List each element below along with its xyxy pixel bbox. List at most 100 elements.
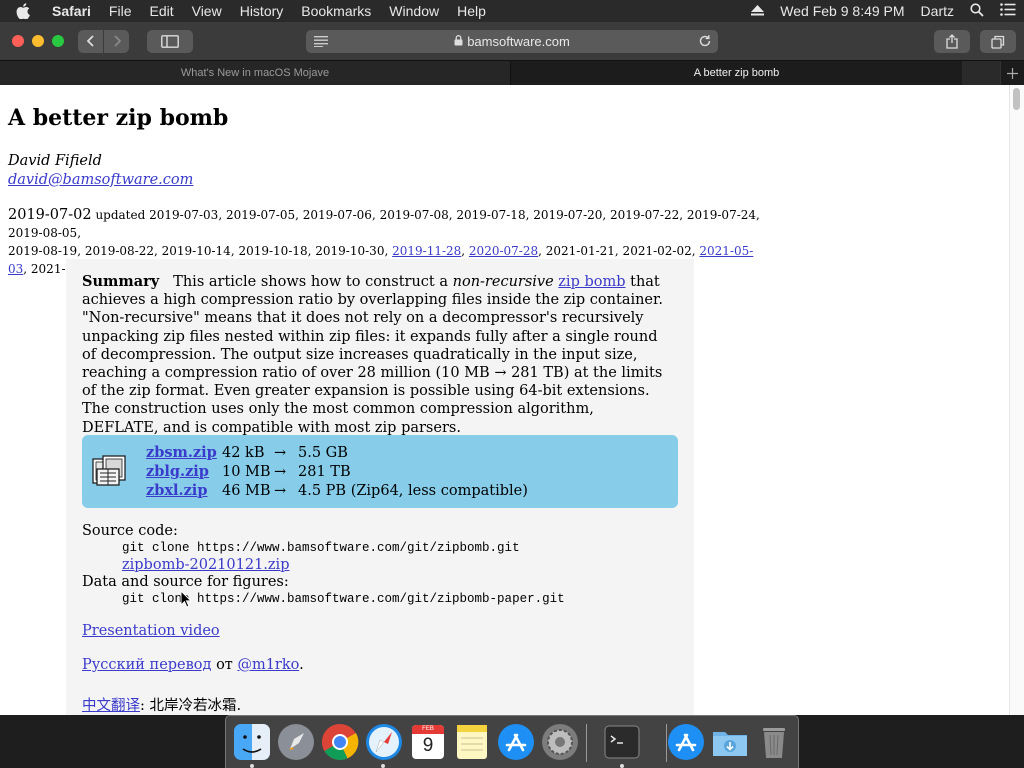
publish-date: 2019-07-02 (8, 207, 92, 223)
running-indicator (381, 764, 385, 768)
dock: FEB 9 (225, 715, 799, 768)
dock-separator (586, 724, 587, 762)
reader-view-icon[interactable] (314, 35, 328, 50)
trash-icon[interactable] (754, 722, 794, 762)
apple-menu-icon[interactable] (0, 3, 46, 19)
forward-button[interactable] (104, 29, 129, 53)
launchpad-icon[interactable] (276, 722, 316, 762)
notes-icon[interactable] (452, 722, 492, 762)
mouse-pointer-icon (180, 589, 193, 612)
menu-view[interactable]: View (183, 3, 231, 19)
chinese-translator: : 北岸冷若冰霜. (140, 698, 242, 714)
updated-date-link[interactable]: 2019-11-28 (392, 244, 461, 258)
zip-output-size: 281 TB (298, 463, 351, 480)
safari-toolbar: bamsoftware.com (0, 22, 1024, 61)
arrow-icon: → (274, 463, 287, 480)
new-tab-button[interactable] (1000, 61, 1024, 85)
zip-row: zbsm.zip 42 kB → 5.5 GB (146, 443, 528, 462)
vertical-scrollbar[interactable] (1009, 85, 1024, 715)
zip-output-size: 5.5 GB (298, 444, 348, 461)
menu-bookmarks[interactable]: Bookmarks (292, 3, 380, 19)
minimize-window-button[interactable] (32, 35, 44, 47)
summary-text: that achieves a high compression ratio b… (82, 274, 663, 436)
zblg-zip-link[interactable]: zblg.zip (146, 463, 222, 480)
user-menu[interactable]: Dartz (921, 3, 954, 19)
zip-archive-icon (91, 453, 127, 493)
menu-window[interactable]: Window (380, 3, 448, 19)
show-all-tabs-button[interactable] (980, 30, 1016, 53)
separator: , (461, 244, 469, 258)
calendar-month: FEB (422, 726, 434, 732)
back-button[interactable] (78, 29, 103, 53)
figures-git-command[interactable]: git clone https://www.bamsoftware.com/gi… (82, 591, 565, 608)
zbxl-zip-link[interactable]: zbxl.zip (146, 482, 222, 499)
scrollbar-thumb[interactable] (1013, 88, 1020, 110)
reload-icon[interactable] (698, 34, 712, 51)
zip-input-size: 46 MB (222, 482, 271, 499)
chinese-translation-line: 中文翻译: 北岸冷若冰霜. (82, 694, 241, 715)
chinese-translation-link[interactable]: 中文翻译 (82, 698, 140, 714)
arrow-icon: → (274, 482, 287, 499)
author-email-link[interactable]: david@bamsoftware.com (8, 172, 193, 188)
arrow-icon: → (274, 444, 287, 461)
summary-label: Summary (82, 273, 160, 290)
zoom-window-button[interactable] (52, 35, 64, 47)
tab-whats-new-mojave[interactable]: What's New in macOS Mojave (0, 61, 511, 85)
russian-translation-link[interactable]: Русский перевод (82, 657, 211, 673)
tab-bar-spacer (962, 61, 1000, 85)
sidebar-toggle-button[interactable] (147, 29, 193, 53)
source-code-section: Source code: git clone https://www.bamso… (82, 523, 565, 608)
eject-icon[interactable] (751, 3, 765, 19)
menu-edit[interactable]: Edit (140, 3, 182, 19)
lock-icon (454, 34, 463, 49)
finder-icon[interactable] (232, 722, 272, 762)
updated-label: updated (95, 208, 146, 222)
menu-app-safari[interactable]: Safari (46, 3, 100, 19)
menu-file[interactable]: File (100, 3, 141, 19)
chrome-icon[interactable] (320, 722, 360, 762)
tab-title: A better zip bomb (693, 67, 780, 79)
menu-history[interactable]: History (231, 3, 293, 19)
chevron-right-icon (113, 35, 121, 47)
zip-input-size: 10 MB (222, 463, 271, 480)
tab-zip-bomb-active[interactable]: A better zip bomb (511, 61, 962, 85)
running-indicator (250, 764, 254, 768)
menu-bar: Safari File Edit View History Bookmarks … (0, 0, 1024, 22)
menu-help[interactable]: Help (448, 3, 495, 19)
clock[interactable]: Wed Feb 9 8:49 PM (780, 3, 904, 19)
presentation-video-link[interactable]: Presentation video (82, 623, 220, 639)
notification-center-icon[interactable] (1000, 3, 1016, 19)
russian-translation-line: Русский перевод от @m1rko. (82, 657, 304, 673)
tab-bar: What's New in macOS Mojave A better zip … (0, 61, 1024, 85)
zbsm-zip-link[interactable]: zbsm.zip (146, 444, 222, 461)
safari-icon[interactable] (364, 722, 404, 762)
summary-paragraph: Summary This article shows how to constru… (82, 273, 672, 437)
downloads-folder-icon[interactable] (710, 722, 750, 762)
app-store-icon[interactable] (496, 722, 536, 762)
share-button[interactable] (934, 30, 970, 53)
zip-row: zbxl.zip 46 MB → 4.5 PB (Zip64, less com… (146, 481, 528, 500)
web-page[interactable]: A better zip bomb David Fifield david@ba… (0, 85, 1024, 715)
terminal-icon[interactable] (602, 722, 642, 762)
downloads-box: zbsm.zip 42 kB → 5.5 GB zblg.zip 10 MB →… (82, 435, 678, 508)
running-indicator (620, 764, 624, 768)
updated-date-link[interactable]: 2020-07-28 (469, 244, 538, 258)
calendar-icon[interactable]: FEB 9 (408, 722, 448, 762)
plus-icon (1007, 67, 1018, 79)
source-git-command[interactable]: git clone https://www.bamsoftware.com/gi… (82, 540, 565, 557)
zip-bomb-link[interactable]: zip bomb (558, 274, 625, 290)
spotlight-search-icon[interactable] (970, 2, 984, 20)
figures-source-label: Data and source for figures: (82, 574, 289, 590)
article-title: A better zip bomb (8, 105, 229, 131)
system-preferences-icon[interactable] (540, 722, 580, 762)
zip-files-table: zbsm.zip 42 kB → 5.5 GB zblg.zip 10 MB →… (146, 443, 528, 500)
address-bar[interactable]: bamsoftware.com (306, 30, 718, 53)
source-code-label: Source code: (82, 523, 178, 539)
close-window-button[interactable] (12, 35, 24, 47)
applications-folder-icon[interactable] (666, 722, 706, 762)
translator-link[interactable]: @m1rko (237, 657, 299, 673)
calendar-day: 9 (422, 735, 434, 756)
summary-text: This article shows how to construct a (173, 274, 453, 290)
navigation-buttons (78, 29, 129, 53)
source-zip-link[interactable]: zipbomb-20210121.zip (82, 557, 565, 574)
